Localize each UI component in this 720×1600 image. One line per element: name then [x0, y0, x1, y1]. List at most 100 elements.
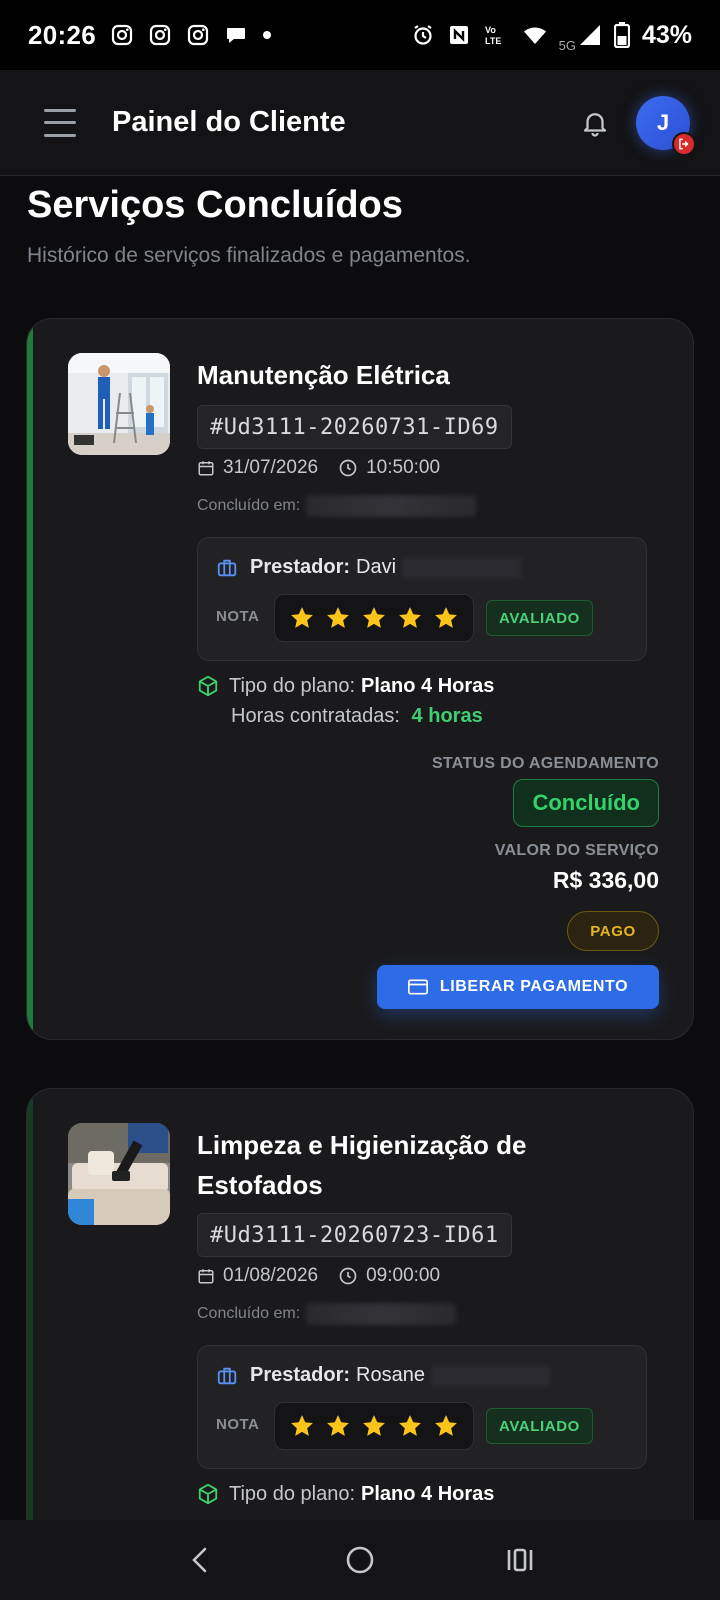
- payment-status-badge: PAGO: [567, 911, 659, 951]
- system-nav-bar: [0, 1520, 720, 1600]
- star-icon: [291, 607, 313, 628]
- status-container: Concluído: [513, 779, 659, 827]
- completed-label: Concluído em:: [197, 497, 301, 514]
- star-icon: [399, 607, 421, 628]
- svg-text:LTE: LTE: [485, 36, 501, 46]
- alarm-icon: [413, 25, 432, 45]
- service-image-electrician: [68, 353, 170, 455]
- release-payment-button[interactable]: LIBERAR PAGAMENTO: [377, 965, 659, 1009]
- briefcase-icon: [217, 559, 237, 576]
- service-name: Manutenção Elétrica: [197, 360, 450, 390]
- provider-line: Prestador: Davi: [216, 556, 523, 579]
- instagram-icon: [187, 24, 209, 46]
- star-rating: [274, 594, 474, 642]
- page-title: Serviços Concluídos: [27, 184, 403, 226]
- avatar-initial: J: [656, 109, 670, 135]
- provider-name: Davi: [356, 556, 397, 578]
- completed-date: Concluído em:: [197, 495, 477, 517]
- redacted-date: [306, 495, 477, 517]
- credit-card-icon: [407, 979, 428, 995]
- package-icon: [198, 1483, 218, 1505]
- plan-label: Tipo do plano:: [229, 675, 356, 697]
- app-header: Painel do Cliente J: [0, 70, 720, 176]
- bell-icon[interactable]: [580, 108, 610, 138]
- rated-badge: AVALIADO: [486, 600, 593, 636]
- star-rating: [274, 1402, 474, 1450]
- service-code: #Ud3111-20260731-ID69: [197, 405, 512, 449]
- app-title: Painel do Cliente: [112, 106, 346, 138]
- service-datetime: 31/07/2026 10:50:00: [197, 457, 440, 479]
- redacted-date: [306, 1303, 457, 1325]
- completed-label: Concluído em:: [197, 1305, 301, 1322]
- battery-icon: [613, 22, 630, 48]
- status-time: 20:26: [28, 19, 96, 50]
- payment-container: PAGO: [567, 911, 659, 951]
- plan-info: Tipo do plano: Plano 4 Horas Horas contr…: [197, 671, 494, 731]
- provider-name: Rosane: [356, 1364, 425, 1386]
- provider-line: Prestador: Rosane: [216, 1364, 551, 1387]
- star-icon: [291, 1415, 313, 1436]
- briefcase-icon: [217, 1367, 237, 1384]
- plan-info: Tipo do plano: Plano 4 Horas: [197, 1479, 494, 1509]
- service-time: 09:00:00: [366, 1265, 441, 1286]
- instagram-icon: [111, 24, 133, 46]
- volte-icon: VoLTE: [485, 25, 501, 46]
- battery-percent: 43%: [641, 20, 692, 49]
- star-icon: [435, 1415, 457, 1436]
- instagram-icon: [149, 24, 171, 46]
- provider-label: Prestador:: [250, 556, 351, 578]
- star-icon: [327, 1415, 349, 1436]
- clock-icon: [339, 459, 357, 477]
- hours-value: 4 horas: [411, 705, 483, 727]
- plan-label: Tipo do plano:: [229, 1483, 356, 1505]
- rated-badge: AVALIADO: [486, 1408, 593, 1444]
- service-code: #Ud3111-20260723-ID61: [197, 1213, 512, 1257]
- provider-label: Prestador:: [250, 1364, 351, 1386]
- recent-apps-icon[interactable]: [500, 1540, 540, 1580]
- main-content: Serviços Concluídos Histórico de serviço…: [0, 176, 720, 1520]
- provider-box: Prestador: Rosane NOTA AVALIADO: [197, 1345, 647, 1469]
- hours-label: Horas contratadas:: [231, 705, 400, 727]
- release-payment-label: LIBERAR PAGAMENTO: [439, 978, 629, 995]
- hamburger-menu-icon[interactable]: [44, 108, 76, 137]
- provider-box: Prestador: Davi NOTA AVALIADO: [197, 537, 647, 661]
- chat-bubble-icon: [227, 28, 245, 43]
- rating-label: NOTA: [216, 608, 260, 625]
- star-icon: [363, 607, 385, 628]
- avatar[interactable]: J: [636, 95, 696, 156]
- redacted-surname: [430, 1364, 551, 1387]
- star-icon: [435, 607, 457, 628]
- star-icon: [327, 607, 349, 628]
- wifi-icon: [523, 27, 546, 44]
- service-image-upholstery: [68, 1123, 170, 1225]
- service-datetime: 01/08/2026 09:00:00: [197, 1265, 440, 1287]
- nfc-icon: [449, 26, 468, 44]
- calendar-icon: [198, 461, 214, 476]
- status-label: STATUS DO AGENDAMENTO: [431, 755, 659, 772]
- star-icon: [363, 1415, 385, 1436]
- action-container: LIBERAR PAGAMENTO: [377, 965, 659, 1009]
- clock-icon: [339, 1267, 357, 1285]
- plan-value: Plano 4 Horas: [361, 1483, 495, 1505]
- price-container: R$ 336,00: [553, 867, 659, 894]
- signal-icon: [579, 25, 600, 45]
- svg-text:Vo: Vo: [485, 25, 496, 35]
- rating-label: NOTA: [216, 1416, 260, 1433]
- network-type: 5G: [558, 37, 576, 53]
- service-card: Limpeza e Higienização de Estofados #Ud3…: [26, 1088, 694, 1520]
- plan-value: Plano 4 Horas: [361, 675, 495, 697]
- star-icon: [399, 1415, 421, 1436]
- package-icon: [198, 675, 218, 697]
- service-name: Limpeza e Higienização de Estofados: [197, 1130, 527, 1200]
- notification-dot-icon: [263, 31, 271, 39]
- status-badge: Concluído: [513, 779, 659, 827]
- service-time: 10:50:00: [366, 457, 441, 478]
- service-price: R$ 336,00: [552, 867, 659, 893]
- service-date: 01/08/2026: [223, 1265, 319, 1286]
- page-subtitle: Histórico de serviços finalizados e paga…: [27, 244, 471, 267]
- logout-icon[interactable]: [672, 131, 696, 156]
- service-date: 31/07/2026: [223, 457, 319, 478]
- home-icon[interactable]: [340, 1540, 380, 1580]
- status-bar: 20:26 Vo LTE 5G 43%: [0, 0, 720, 70]
- back-icon[interactable]: [180, 1540, 220, 1580]
